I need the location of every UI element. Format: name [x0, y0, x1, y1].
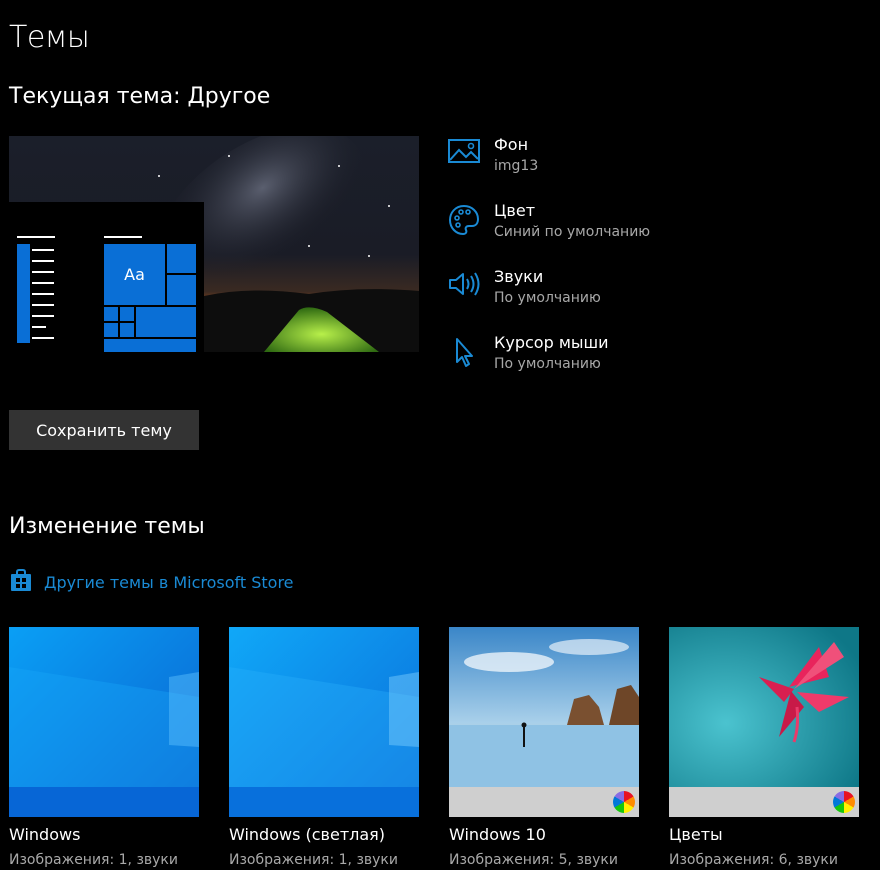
store-bag-icon	[9, 568, 33, 596]
microsoft-store-link[interactable]: Другие темы в Microsoft Store	[9, 569, 294, 595]
color-wheel-icon	[833, 791, 855, 813]
theme-description: Изображения: 1, звуки	[9, 852, 178, 868]
sounds-value: По умолчанию	[494, 290, 601, 306]
theme-card-windows-light[interactable]: Windows (светлая) Изображения: 1, звуки	[229, 627, 419, 868]
theme-preview: Aa	[9, 136, 419, 352]
color-setting[interactable]: Цвет Синий по умолчанию	[447, 201, 867, 255]
cursor-icon	[447, 335, 481, 369]
theme-thumbnail	[229, 627, 419, 817]
theme-thumbnail	[9, 627, 199, 817]
background-value: img13	[494, 158, 539, 174]
theme-color-strip	[669, 787, 859, 817]
theme-card-windows[interactable]: Windows Изображения: 1, звуки	[9, 627, 199, 868]
color-wheel-icon	[613, 791, 635, 813]
background-setting[interactable]: Фон img13	[447, 135, 867, 189]
mouse-cursor-label: Курсор мыши	[494, 333, 609, 352]
preview-tile-aa: Aa	[104, 244, 165, 305]
sounds-setting[interactable]: Звуки По умолчанию	[447, 267, 867, 321]
speaker-icon	[447, 269, 481, 303]
theme-name: Windows	[9, 825, 81, 844]
theme-card-windows-10[interactable]: Windows 10 Изображения: 5, звуки	[449, 627, 639, 868]
theme-name: Windows (светлая)	[229, 825, 386, 844]
theme-color-strip	[449, 787, 639, 817]
sounds-label: Звуки	[494, 267, 544, 286]
theme-thumbnail	[449, 627, 639, 817]
current-theme-label: Текущая тема: Другое	[9, 84, 271, 109]
mouse-cursor-value: По умолчанию	[494, 356, 601, 372]
theme-name: Цветы	[669, 825, 723, 844]
theme-card-flowers[interactable]: Цветы Изображения: 6, звуки	[669, 627, 859, 868]
palette-icon	[447, 203, 481, 237]
preview-window-mock: Aa	[9, 202, 204, 352]
theme-description: Изображения: 5, звуки	[449, 852, 618, 868]
store-link-label: Другие темы в Microsoft Store	[44, 572, 294, 592]
save-theme-button[interactable]: Сохранить тему	[9, 410, 199, 450]
theme-description: Изображения: 6, звуки	[669, 852, 838, 868]
color-label: Цвет	[494, 201, 536, 220]
mouse-cursor-setting[interactable]: Курсор мыши По умолчанию	[447, 333, 867, 387]
picture-icon	[447, 137, 481, 171]
theme-description: Изображения: 1, звуки	[229, 852, 398, 868]
change-theme-heading: Изменение темы	[9, 514, 205, 539]
color-value: Синий по умолчанию	[494, 224, 651, 240]
preview-tiles: Aa	[104, 244, 196, 352]
theme-thumbnail	[669, 627, 859, 817]
page-title: Темы	[9, 20, 90, 55]
background-label: Фон	[494, 135, 529, 154]
theme-name: Windows 10	[449, 825, 546, 844]
